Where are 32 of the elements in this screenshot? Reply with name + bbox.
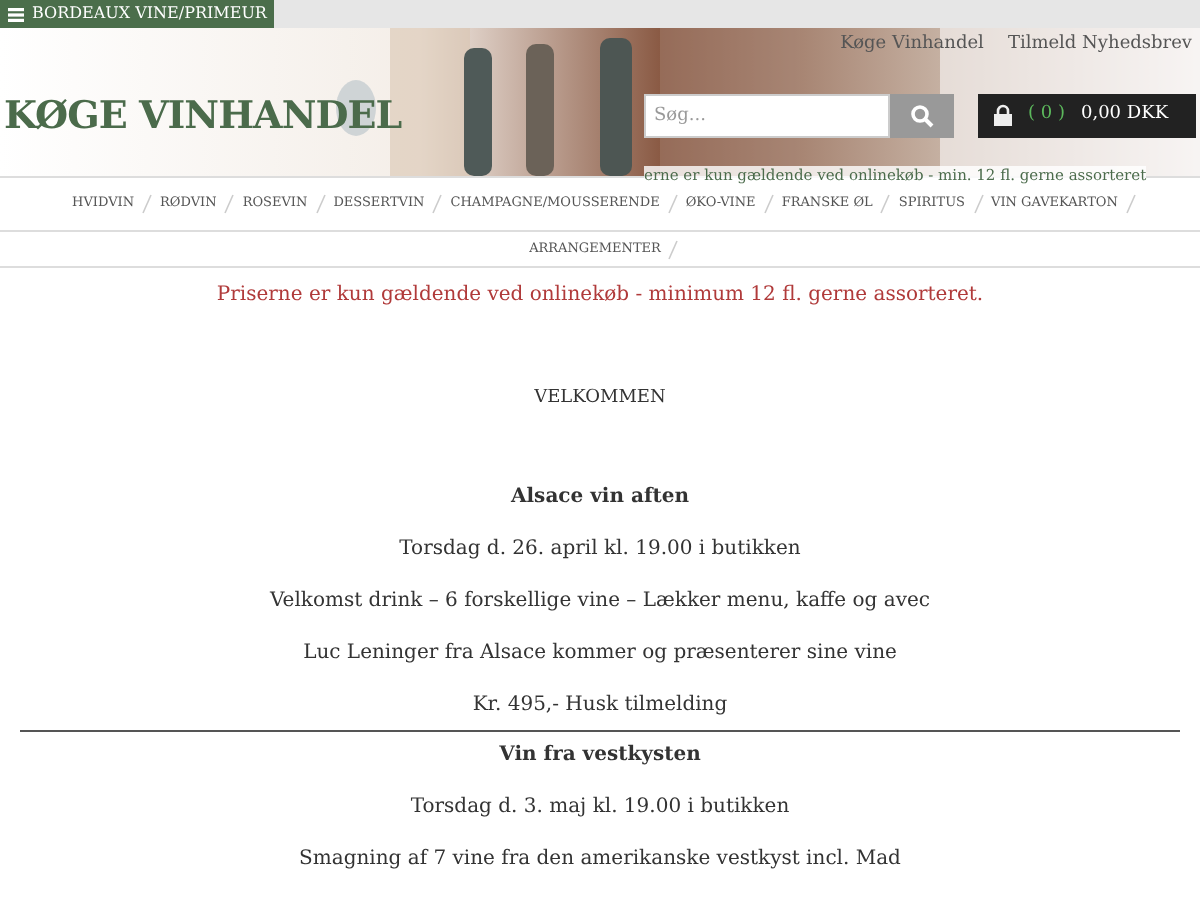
cart-total: 0,00 DKK [1080,102,1169,128]
slash-separator-icon [142,194,153,214]
search-button[interactable] [890,93,954,138]
category-menu-button[interactable]: BORDEAUX VINE/PRIMEUR [0,0,275,28]
search-icon [910,103,934,128]
event-text: Luc Leninger fra Alsace kommer og præsenterer sine vine [303,639,897,667]
event-text: Torsdag d. 26. april kl. 19.00 i butikken [399,535,801,563]
price-notice: Priserne er kun gældende ved onlinekøb - minimum 12 fl. gerne assorteret. [214,282,986,310]
event-text: Smagning af 7 vine fra den amerikanske vestkyst incl. Mad [299,845,901,873]
event-text: Torsdag d. 3. maj kl. 19.00 i butikken [410,793,790,821]
slash-separator-icon [880,194,891,214]
slash-separator-icon [763,194,774,214]
slash-separator-icon [432,194,443,214]
event-text: Kr. 495,- Husk tilmelding [472,691,728,719]
event-heading: Vin fra vestkysten [499,741,701,769]
search-field[interactable]: Søg... [644,93,890,138]
logo[interactable]: KØGE VINHANDEL [0,87,644,144]
cart-button[interactable]: ( 0 ) 0,00 DKK [978,93,1196,138]
header-link[interactable]: Køge Vinhandel [840,32,984,59]
menu-icon [8,7,24,21]
event-text: Velkomst drink – 6 forskellige vine – Lækker menu, kaffe og avec [270,587,930,615]
slash-separator-icon [315,194,326,214]
slash-separator-icon [667,194,678,214]
lock-icon [994,104,1012,127]
header-link[interactable]: Tilmeld Nyhedsbrev [1007,32,1192,59]
slash-separator-icon [224,194,235,214]
slash-separator-icon [668,239,679,259]
slash-separator-icon [973,194,983,214]
slash-separator-icon [1125,194,1136,214]
page-title: VELKOMMEN [534,386,666,412]
cart-count: ( 0 ) [1028,102,1065,128]
event-heading: Alsace vin aften [511,483,689,511]
